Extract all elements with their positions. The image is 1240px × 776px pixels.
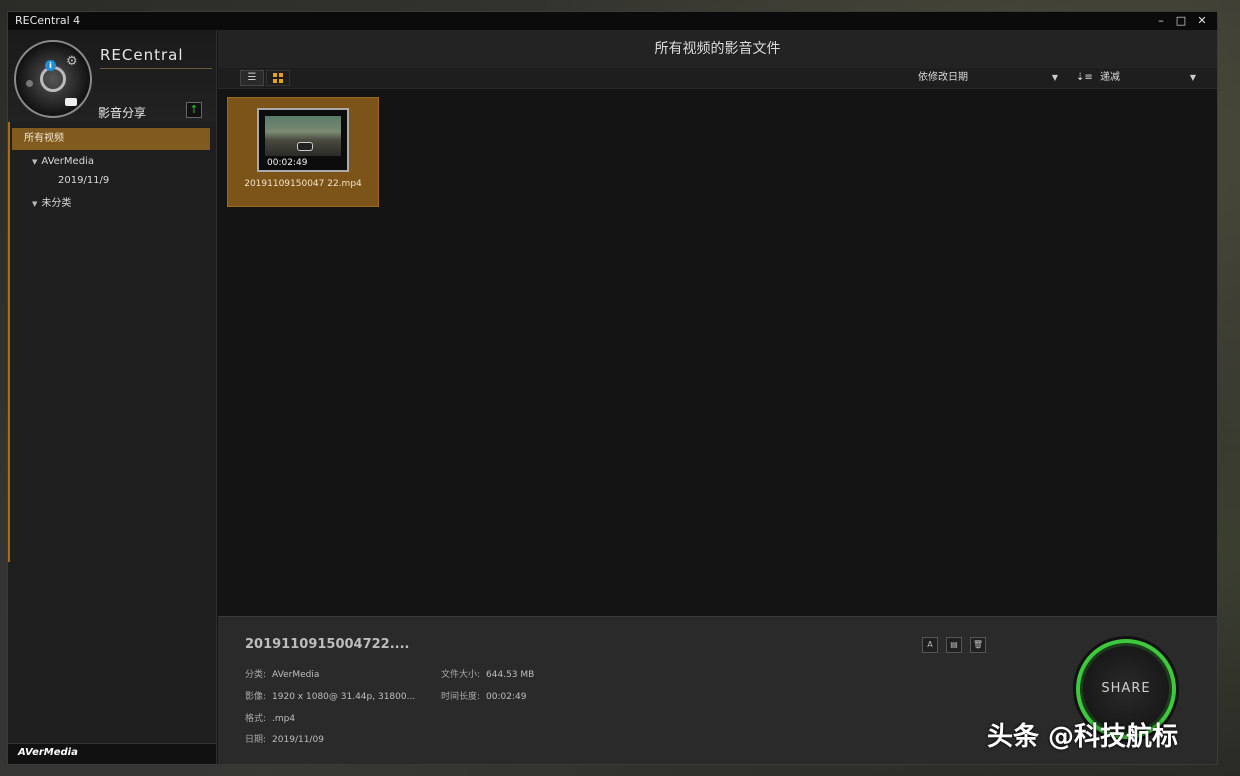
sidebar-accent	[8, 122, 10, 562]
detail-value: AVerMedia	[272, 670, 320, 680]
mode-label: 影音分享	[98, 106, 147, 120]
expand-arrow-icon[interactable]: ▼	[32, 200, 37, 208]
detail-value: 644.53 MB	[486, 670, 535, 680]
media-grid: 00:02:49 20191109150047 22.mp4	[218, 89, 1217, 616]
car-image	[297, 142, 313, 151]
detail-category: 分类: AVerMedia	[245, 667, 319, 680]
detail-label: 分类:	[245, 670, 267, 680]
detail-label: 时间长度:	[441, 692, 481, 702]
watermark-text: 头条 @科技航标	[987, 722, 1179, 752]
tree-item-label: AVerMedia	[41, 156, 94, 167]
media-tile[interactable]: 00:02:49 20191109150047 22.mp4	[227, 97, 379, 207]
main-header: 所有视频的影音文件	[218, 30, 1217, 68]
close-button[interactable]: ✕	[1192, 12, 1212, 30]
grid-view-button[interactable]	[266, 70, 290, 86]
info-icon[interactable]: i	[45, 60, 56, 71]
upload-button[interactable]: ↑	[186, 102, 202, 118]
sidebar-item-all-videos[interactable]: 所有视频	[12, 128, 210, 150]
minimize-button[interactable]: –	[1151, 12, 1171, 30]
logo-area: i ⚙ RECentral 影音分享 ↑	[8, 30, 216, 122]
sidebar-footer: AVerMedia	[8, 743, 216, 764]
tree-item-uncategorized[interactable]: ▼ 未分类	[32, 194, 71, 209]
detail-format: 格式: .mp4	[245, 711, 295, 724]
detail-video: 影像: 1920 x 1080@ 31.44p, 31800...	[245, 689, 415, 702]
brand-divider	[100, 68, 212, 69]
detail-value: 2019/11/09	[272, 735, 324, 745]
chevron-down-icon: ▼	[1189, 73, 1196, 82]
brand-logo: RECentral	[100, 46, 184, 64]
title-bar: RECentral 4 – □ ✕	[8, 12, 1217, 30]
record-mode-icon[interactable]	[26, 80, 33, 87]
sort-order-select[interactable]: ⇣≡ 递减 ▼	[1076, 70, 1196, 86]
expand-arrow-icon[interactable]: ▼	[32, 158, 37, 166]
thumbnail-duration: 00:02:49	[267, 158, 308, 168]
gear-icon[interactable]: ⚙	[66, 54, 78, 69]
app-window: RECentral 4 – □ ✕ i ⚙ RECentral 影音分享 ↑ 所…	[7, 11, 1218, 765]
window-title: RECentral 4	[15, 14, 81, 27]
detail-length: 时间长度: 00:02:49	[441, 689, 526, 702]
tree-item-avermedia[interactable]: ▼ AVerMedia	[32, 156, 94, 167]
rename-icon[interactable]: A	[922, 637, 938, 653]
detail-value: 1920 x 1080@ 31.44p, 31800...	[272, 692, 416, 702]
detail-label: 日期:	[245, 735, 267, 745]
mode-dial[interactable]: i ⚙	[14, 40, 92, 118]
tree-item-date[interactable]: 2019/11/9	[58, 175, 109, 186]
sort-order-value: 递减	[1099, 72, 1120, 83]
thumbnail-image	[265, 116, 341, 156]
folder-icon[interactable]	[65, 98, 77, 106]
chevron-down-icon: ▼	[1051, 73, 1058, 82]
detail-title: 2019110915004722....	[245, 637, 410, 652]
maximize-button[interactable]: □	[1171, 12, 1191, 30]
delete-icon[interactable]: 🗑	[970, 637, 986, 653]
main-panel: 所有视频的影音文件 ☰ 依修改日期 ▼ ⇣≡ 递减 ▼ 00:02:49 201…	[218, 30, 1217, 764]
detail-date: 日期: 2019/11/09	[245, 732, 324, 745]
detail-label: 文件大小:	[441, 670, 481, 680]
detail-label: 格式:	[245, 714, 267, 724]
sidebar: i ⚙ RECentral 影音分享 ↑ 所有视频 ▼ AVerMedia 201…	[8, 30, 217, 764]
detail-size: 文件大小: 644.53 MB	[441, 667, 534, 680]
sort-field-select[interactable]: 依修改日期 ▼	[918, 70, 1058, 86]
tree-item-label: 未分类	[41, 198, 72, 209]
detail-value: .mp4	[272, 714, 296, 724]
detail-value: 00:02:49	[486, 692, 527, 702]
sort-field-value: 依修改日期	[918, 72, 968, 83]
video-thumbnail[interactable]: 00:02:49	[257, 108, 349, 172]
list-view-button[interactable]: ☰	[240, 70, 264, 86]
copy-icon[interactable]: ▤	[946, 637, 962, 653]
grid-icon	[273, 73, 283, 83]
page-title: 所有视频的影音文件	[654, 41, 781, 57]
sort-order-icon: ⇣≡	[1076, 72, 1093, 83]
avermedia-logo: AVerMedia	[18, 747, 78, 758]
tile-filename: 20191109150047 22.mp4	[244, 179, 362, 189]
view-toolbar: ☰ 依修改日期 ▼ ⇣≡ 递减 ▼	[218, 68, 1217, 89]
detail-label: 影像:	[245, 692, 267, 702]
